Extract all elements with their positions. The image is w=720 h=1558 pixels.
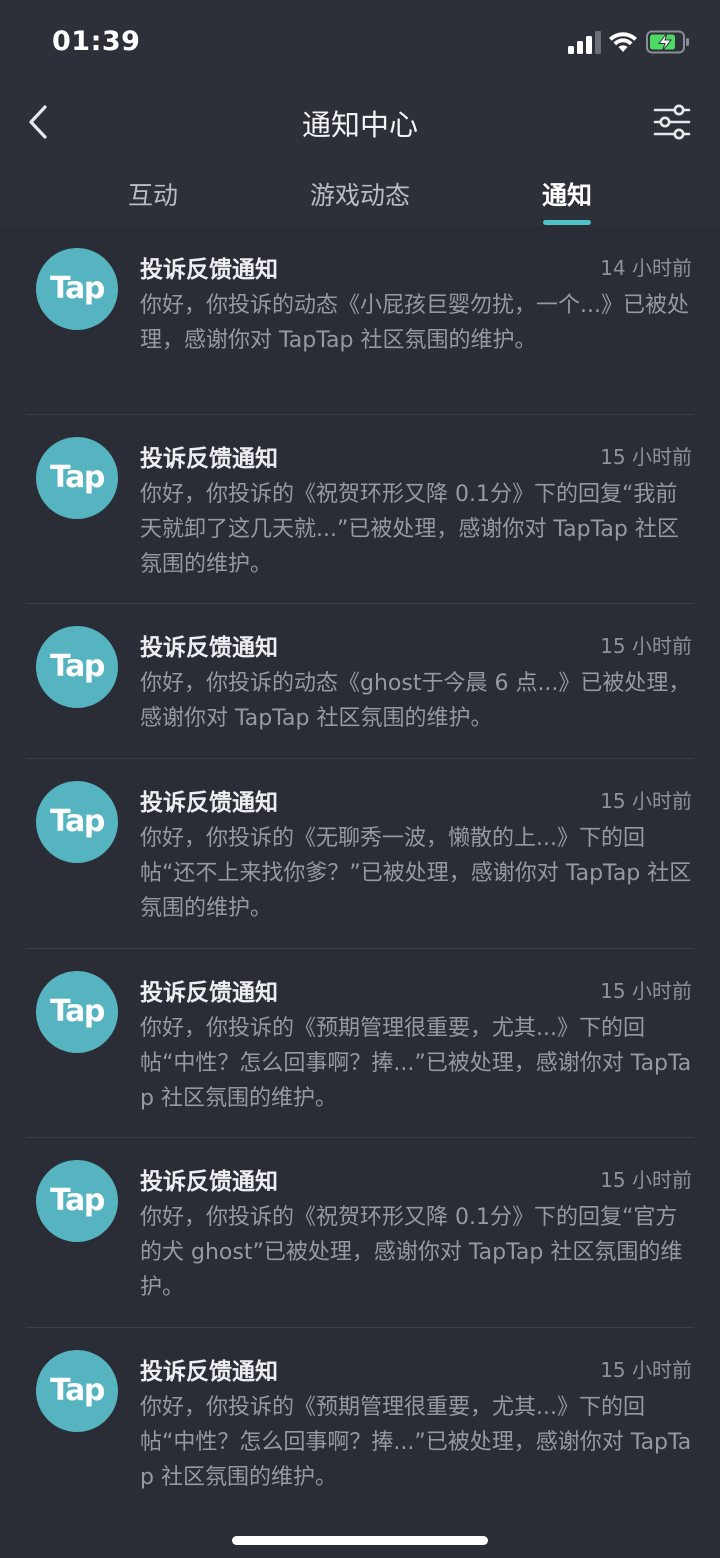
- tab-interactions[interactable]: 互动: [128, 176, 178, 212]
- taptap-avatar: Tap: [36, 248, 118, 330]
- notification-body: 你好，你投诉的《无聊秀一波，懒散的上...》下的回帖“还不上来找你爹？”已被处理…: [140, 826, 692, 921]
- list-item[interactable]: Tap 投诉反馈通知 15 小时前 你好，你投诉的动态《ghost于今晨 6 点…: [26, 604, 694, 759]
- taptap-avatar: Tap: [36, 1160, 118, 1242]
- taptap-avatar: Tap: [36, 437, 118, 519]
- tab-bar: 互动 游戏动态 通知: [0, 170, 720, 226]
- avatar-logo-text: Tap: [50, 270, 105, 306]
- avatar-logo-text: Tap: [50, 648, 105, 684]
- list-item[interactable]: Tap 投诉反馈通知 15 小时前 你好，你投诉的《祝贺环形又降 0.1分》下的…: [26, 415, 694, 604]
- battery-charging-icon: [646, 30, 689, 54]
- taptap-avatar: Tap: [36, 971, 118, 1053]
- notification-body: 你好，你投诉的动态《ghost于今晨 6 点...》已被处理，感谢你对 TapT…: [140, 671, 691, 731]
- sliders-icon: [653, 104, 691, 140]
- avatar-logo-text: Tap: [50, 993, 105, 1029]
- notification-body: 你好，你投诉的《祝贺环形又降 0.1分》下的回复“官方的犬 ghost”已被处理…: [140, 1205, 683, 1300]
- status-icons: [560, 30, 690, 56]
- header: 01:39 通知中心 互动 游戏动态 通知: [0, 0, 720, 226]
- list-item[interactable]: Tap 投诉反馈通知 15 小时前 你好，你投诉的《预期管理很重要，尤其...》…: [26, 949, 694, 1138]
- list-item[interactable]: Tap 投诉反馈通知 14 小时前 你好，你投诉的动态《小屁孩巨婴勿扰，一个..…: [26, 226, 694, 415]
- list-item[interactable]: Tap 投诉反馈通知 15 小时前 你好，你投诉的《无聊秀一波，懒散的上...》…: [26, 759, 694, 949]
- filter-button[interactable]: [648, 98, 696, 146]
- taptap-avatar: Tap: [36, 1350, 118, 1432]
- notification-body: 你好，你投诉的《祝贺环形又降 0.1分》下的回复“我前天就卸了这几天就...”已…: [140, 482, 679, 577]
- notification-title: 投诉反馈通知: [140, 1359, 278, 1385]
- notification-body: 你好，你投诉的《预期管理很重要，尤其...》下的回帖“中性？怎么回事啊？捧...…: [140, 1395, 692, 1490]
- list-item[interactable]: Tap 投诉反馈通知 15 小时前 你好，你投诉的《祝贺环形又降 0.1分》下的…: [26, 1138, 694, 1328]
- active-tab-indicator: [543, 220, 591, 225]
- notification-time: 15 小时前: [600, 979, 692, 1003]
- page-title: 通知中心: [301, 108, 418, 142]
- notification-time: 15 小时前: [600, 634, 692, 658]
- notification-time: 15 小时前: [600, 1168, 692, 1192]
- home-bar-area: [0, 1492, 720, 1558]
- signal-icon: [568, 31, 601, 54]
- notification-title: 投诉反馈通知: [140, 635, 278, 661]
- notification-body: 你好，你投诉的动态《小屁孩巨婴勿扰，一个...》已被处理，感谢你对 TapTap…: [140, 293, 689, 353]
- avatar-logo-text: Tap: [50, 1372, 105, 1408]
- taptap-avatar: Tap: [36, 626, 118, 708]
- status-time: 01:39: [52, 26, 141, 57]
- notification-time: 14 小时前: [600, 256, 692, 280]
- avatar-logo-text: Tap: [50, 459, 105, 495]
- tab-game-news[interactable]: 游戏动态: [310, 176, 410, 212]
- notification-title: 投诉反馈通知: [140, 790, 278, 816]
- wifi-icon: [609, 32, 637, 52]
- avatar-logo-text: Tap: [50, 803, 105, 839]
- notification-title: 投诉反馈通知: [140, 446, 278, 472]
- tab-notifications[interactable]: 通知: [542, 176, 592, 212]
- notification-list[interactable]: Tap 投诉反馈通知 14 小时前 你好，你投诉的动态《小屁孩巨婴勿扰，一个..…: [0, 226, 720, 1492]
- notification-body: 你好，你投诉的《预期管理很重要，尤其...》下的回帖“中性？怎么回事啊？捧...…: [140, 1016, 692, 1111]
- taptap-avatar: Tap: [36, 781, 118, 863]
- avatar-logo-text: Tap: [50, 1182, 105, 1218]
- notification-time: 15 小时前: [600, 445, 692, 469]
- notification-title: 投诉反馈通知: [140, 1169, 278, 1195]
- list-item[interactable]: Tap 投诉反馈通知 15 小时前 你好，你投诉的《预期管理很重要，尤其...》…: [26, 1328, 694, 1492]
- notification-title: 投诉反馈通知: [140, 980, 278, 1006]
- notification-time: 15 小时前: [600, 789, 692, 813]
- notification-time: 15 小时前: [600, 1358, 692, 1382]
- home-indicator[interactable]: [232, 1536, 488, 1545]
- app-screen: 01:39 通知中心 互动 游戏动态 通知 Tap 投诉反馈通知 14 小时前 …: [0, 0, 720, 1558]
- notification-title: 投诉反馈通知: [140, 257, 278, 283]
